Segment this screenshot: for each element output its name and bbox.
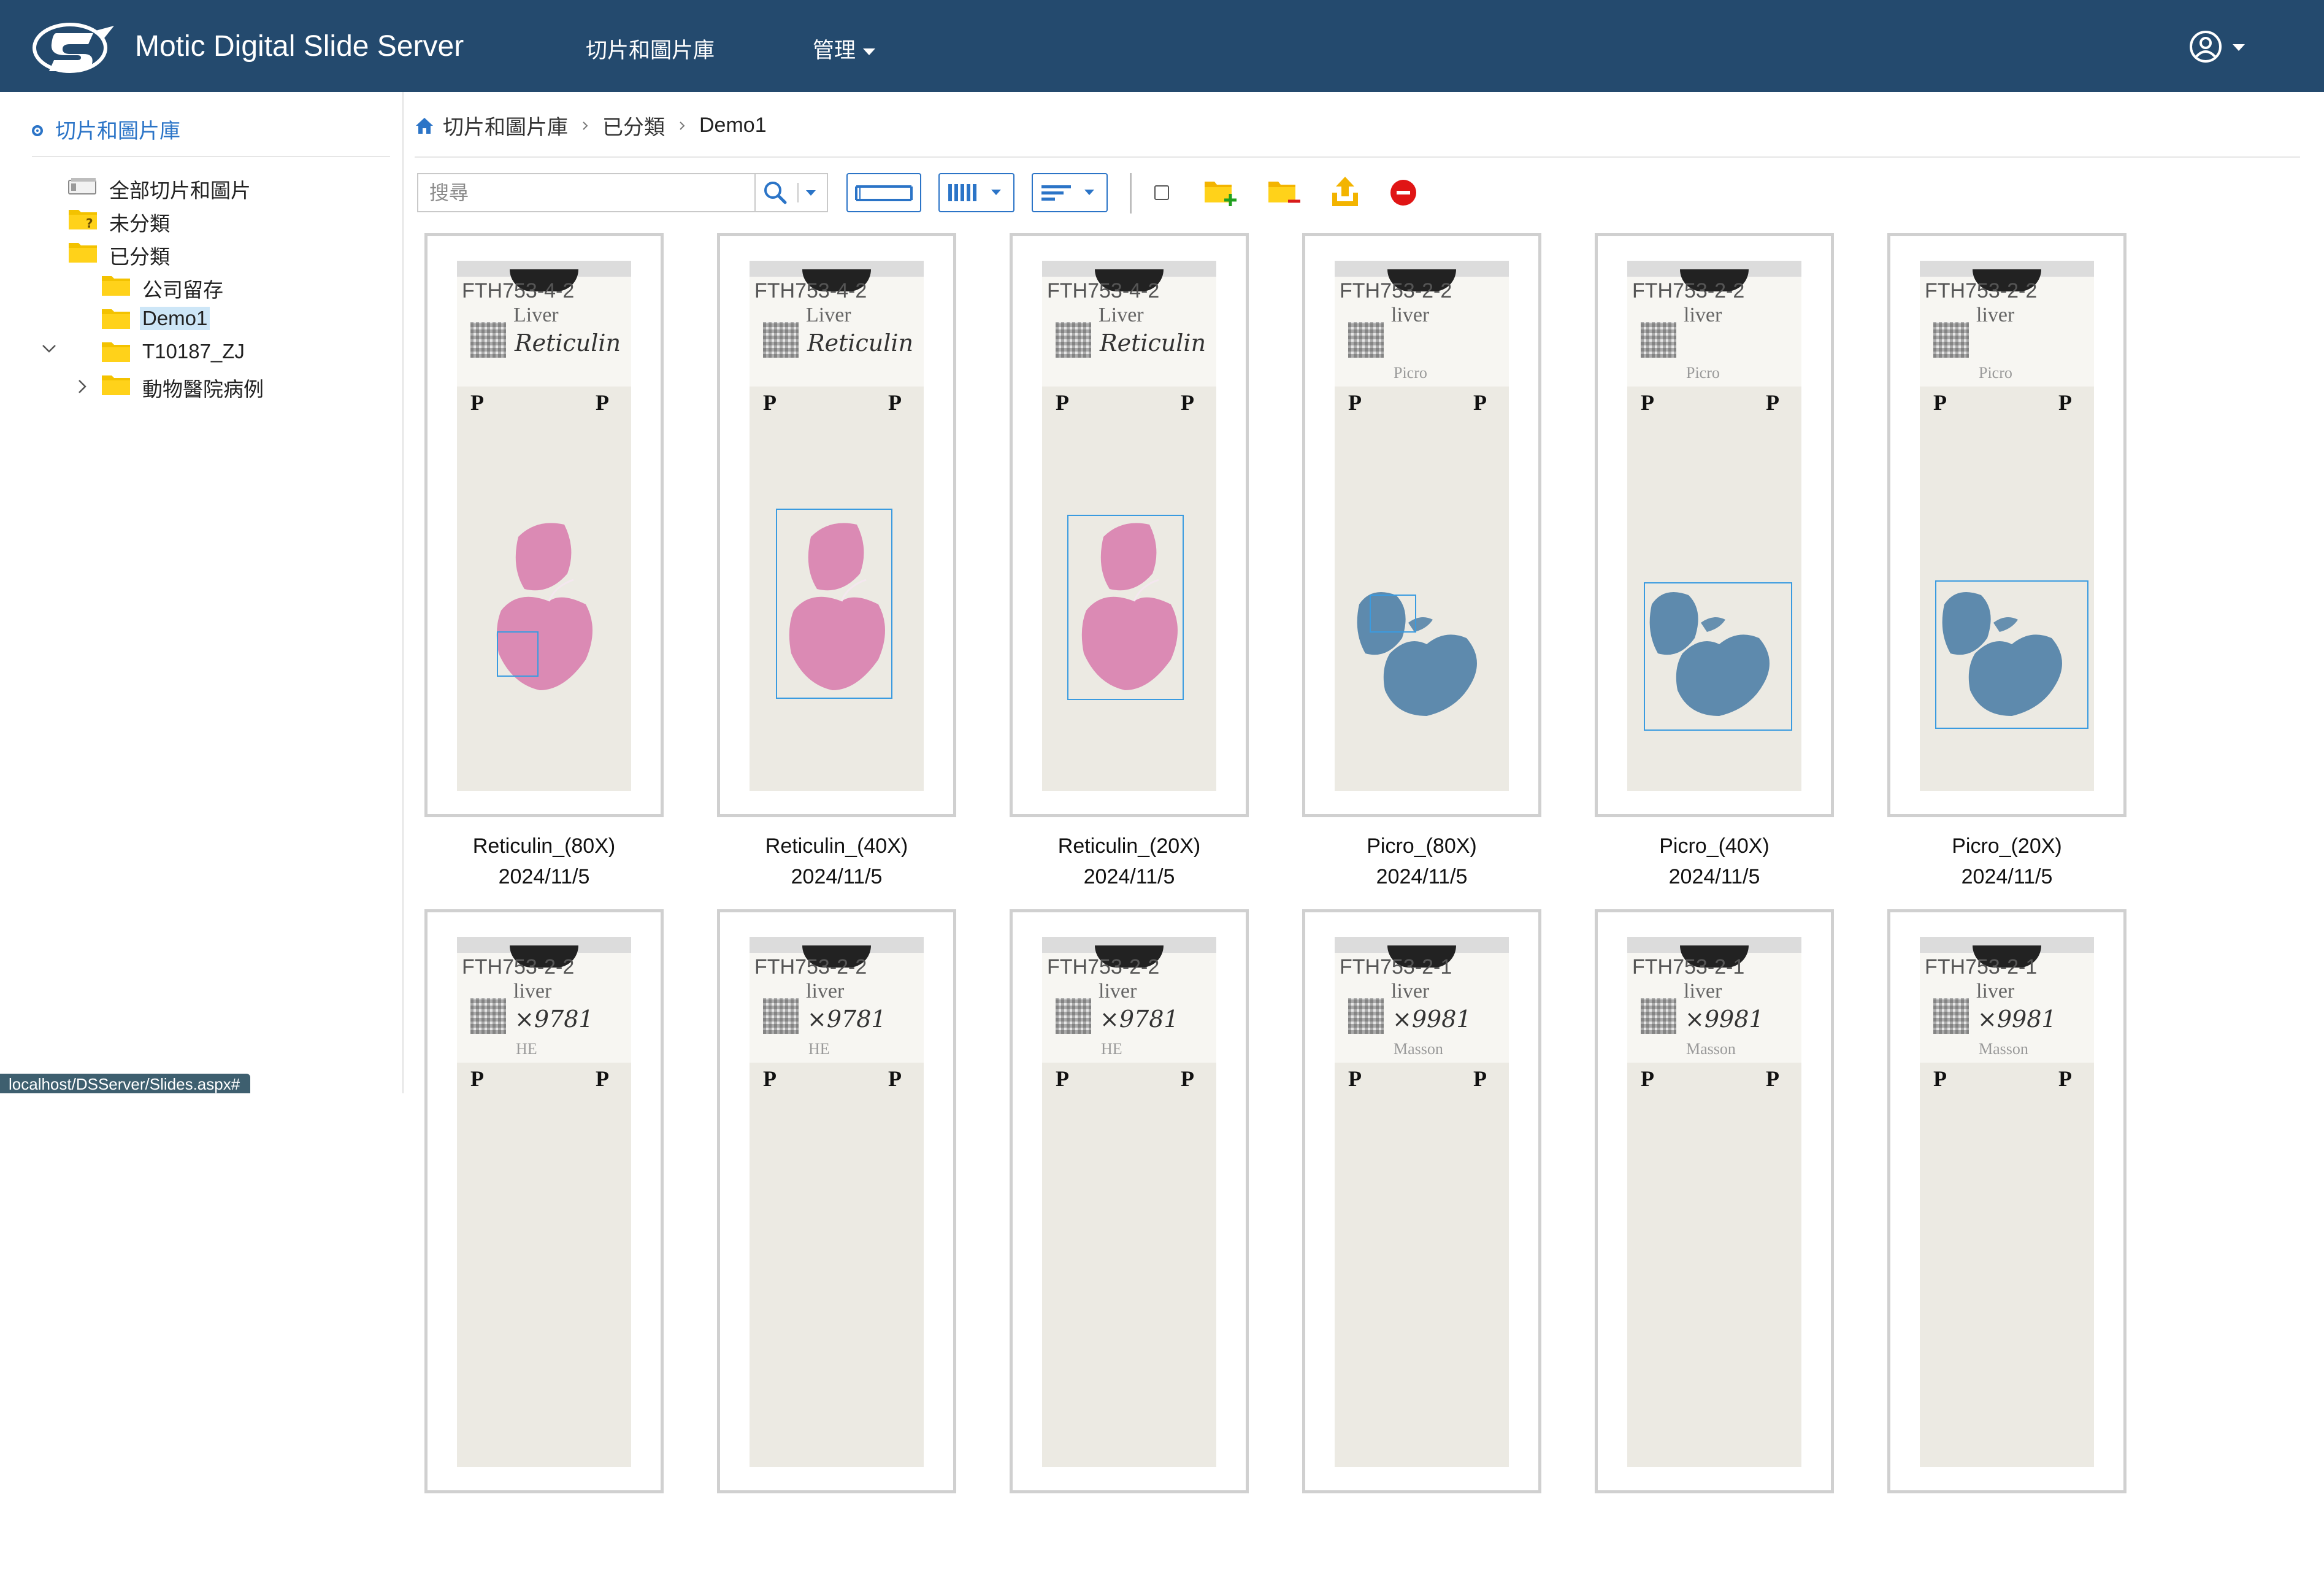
tissue-section <box>1357 592 1477 716</box>
tissue-section <box>1935 580 2088 729</box>
slide-label-stain: Masson <box>1394 1040 1443 1058</box>
tissue-section <box>1067 515 1184 700</box>
slide-label-organ: liver <box>1684 980 1722 1003</box>
slide-image: FTH753-2-2 liver ×9781 HE P P <box>1042 937 1216 1467</box>
slide-thumbnail[interactable]: FTH753-2-2 liver ×9781 HE P P <box>1010 909 1249 1493</box>
slide-image: FTH753-2-1 liver ×9981 Masson P P <box>1335 937 1509 1467</box>
slide-label-organ: liver <box>1976 980 2015 1003</box>
slide-thumbnail[interactable]: FTH753-2-1 liver ×9981 Masson P P <box>1595 909 1834 1493</box>
slide-label-code: FTH753-2-2 <box>754 955 867 979</box>
slide-date: 2024/11/5 <box>791 865 883 888</box>
slide-p-mark: P <box>1348 1066 1362 1091</box>
slide-thumbnail[interactable]: FTH753-4-2 Liver Reticulin P P <box>1010 233 1249 817</box>
slide-thumbnail[interactable]: FTH753-2-2 liver Picro P P <box>1887 233 2126 817</box>
slide-label-code: FTH753-2-1 <box>1340 955 1452 979</box>
slide-name[interactable]: Picro_(80X) <box>1302 834 1541 858</box>
slide-thumbnail[interactable]: FTH753-4-2 Liver Reticulin P P <box>424 233 664 817</box>
slide-name[interactable]: Picro_(20X) <box>1887 834 2126 858</box>
slide-card[interactable]: FTH753-2-2 liver ×9781 HE P P <box>424 909 664 1578</box>
slide-label-handwriting: ×9981 <box>1392 1006 1471 1033</box>
slide-image: FTH753-2-2 liver ×9781 HE P P <box>457 937 631 1467</box>
slide-p-mark: P <box>1641 1066 1654 1091</box>
slide-date: 2024/11/5 <box>498 865 590 888</box>
slide-card[interactable]: FTH753-2-1 liver ×9981 Masson P P <box>1595 909 1834 1578</box>
slide-name[interactable]: Reticulin_(80X) <box>424 834 664 858</box>
slide-thumbnail[interactable]: FTH753-2-1 liver ×9981 Masson P P <box>1302 909 1541 1493</box>
slide-label-organ: liver <box>1099 980 1137 1003</box>
slide-image: FTH753-4-2 Liver Reticulin P P <box>750 261 924 791</box>
slide-card[interactable]: FTH753-4-2 Liver Reticulin P P Reticulin_(80X… <box>424 233 664 902</box>
slide-card[interactable]: FTH753-4-2 Liver Reticulin P P Reticulin_(20X… <box>1010 233 1249 902</box>
slide-label-organ: liver <box>1391 980 1430 1003</box>
slide-card[interactable]: FTH753-2-2 liver Picro P P Picro_(40X) 2024/11… <box>1595 233 1834 902</box>
slide-p-mark: P <box>1056 1066 1069 1091</box>
qr-code-icon <box>1933 998 1969 1034</box>
slide-image: FTH753-2-2 liver Picro P P <box>1920 261 2094 791</box>
slide-thumbnail[interactable]: FTH753-2-1 liver ×9981 Masson P P <box>1887 909 2126 1493</box>
tissue-section <box>1644 582 1792 731</box>
slide-date: 2024/11/5 <box>1668 865 1760 888</box>
slide-date: 2024/11/5 <box>1376 865 1468 888</box>
slide-card[interactable]: FTH753-2-2 liver ×9781 HE P P <box>717 909 956 1578</box>
slide-p-mark: P <box>1933 1066 1947 1091</box>
tissue-section <box>776 509 892 699</box>
slide-label-organ: liver <box>806 980 845 1003</box>
slide-date: 2024/11/5 <box>1961 865 2053 888</box>
slide-label-stain: HE <box>516 1040 537 1058</box>
tissue-section <box>496 523 593 690</box>
slide-image: FTH753-4-2 Liver Reticulin P P <box>457 261 631 791</box>
slide-image: FTH753-2-2 liver Picro P P <box>1335 261 1509 791</box>
slide-label-handwriting: ×9981 <box>1685 1006 1764 1033</box>
slide-name[interactable]: Picro_(40X) <box>1595 834 1834 858</box>
slide-card[interactable]: FTH753-2-2 liver Picro P P Picro_(20X) 2024/11… <box>1887 233 2126 902</box>
slide-p-mark: P <box>596 1066 609 1091</box>
qr-code-icon <box>1348 998 1384 1034</box>
slide-label-organ: liver <box>513 980 552 1003</box>
slide-image: FTH753-4-2 Liver Reticulin P P <box>1042 261 1216 791</box>
qr-code-icon <box>1641 998 1676 1034</box>
slide-image: FTH753-2-2 liver Picro P P <box>1627 261 1801 791</box>
slide-p-mark: P <box>470 1066 484 1091</box>
slide-thumbnail[interactable]: FTH753-4-2 Liver Reticulin P P <box>717 233 956 817</box>
slide-label-code: FTH753-2-2 <box>1047 955 1160 979</box>
slide-date: 2024/11/5 <box>1083 865 1175 888</box>
slide-image: FTH753-2-1 liver ×9981 Masson P P <box>1627 937 1801 1467</box>
slide-thumbnail[interactable]: FTH753-2-2 liver ×9781 HE P P <box>717 909 956 1493</box>
slide-p-mark: P <box>763 1066 777 1091</box>
slide-card[interactable]: FTH753-2-2 liver Picro P P Picro_(80X) 2024/11… <box>1302 233 1541 902</box>
slide-label-code: FTH753-2-1 <box>1632 955 1745 979</box>
slide-card[interactable]: FTH753-4-2 Liver Reticulin P P Reticulin_(40X… <box>717 233 956 902</box>
slide-label-stain: Masson <box>1979 1040 2028 1058</box>
slide-p-mark: P <box>888 1066 902 1091</box>
slide-label-handwriting: ×9981 <box>1977 1006 2057 1033</box>
slide-card[interactable]: FTH753-2-1 liver ×9981 Masson P P <box>1302 909 1541 1578</box>
slide-label-stain: HE <box>1101 1040 1122 1058</box>
slide-name[interactable]: Reticulin_(20X) <box>1010 834 1249 858</box>
slide-p-mark: P <box>2058 1066 2072 1091</box>
slide-p-mark: P <box>1181 1066 1194 1091</box>
slide-name[interactable]: Reticulin_(40X) <box>717 834 956 858</box>
qr-code-icon <box>763 998 799 1034</box>
slide-thumbnail[interactable]: FTH753-2-2 liver Picro P P <box>1595 233 1834 817</box>
qr-code-icon <box>470 998 506 1034</box>
slide-thumbnail[interactable]: FTH753-2-2 liver Picro P P <box>1302 233 1541 817</box>
slide-card[interactable]: FTH753-2-2 liver ×9781 HE P P <box>1010 909 1249 1578</box>
slide-image: FTH753-2-1 liver ×9981 Masson P P <box>1920 937 2094 1467</box>
slide-image: FTH753-2-2 liver ×9781 HE P P <box>750 937 924 1467</box>
slide-label-stain: HE <box>808 1040 830 1058</box>
slide-p-mark: P <box>1766 1066 1779 1091</box>
slide-label-handwriting: ×9781 <box>515 1006 594 1033</box>
slide-label-stain: Masson <box>1686 1040 1736 1058</box>
slide-label-code: FTH753-2-2 <box>462 955 575 979</box>
slide-card[interactable]: FTH753-2-1 liver ×9981 Masson P P <box>1887 909 2126 1578</box>
slide-p-mark: P <box>1473 1066 1487 1091</box>
slide-label-code: FTH753-2-1 <box>1925 955 2038 979</box>
slide-thumbnail[interactable]: FTH753-2-2 liver ×9781 HE P P <box>424 909 664 1493</box>
qr-code-icon <box>1056 998 1091 1034</box>
slide-label-handwriting: ×9781 <box>807 1006 886 1033</box>
slide-label-handwriting: ×9781 <box>1100 1006 1179 1033</box>
slide-grid: FTH753-4-2 Liver Reticulin P P Reticulin_(80X… <box>0 0 2324 1493</box>
